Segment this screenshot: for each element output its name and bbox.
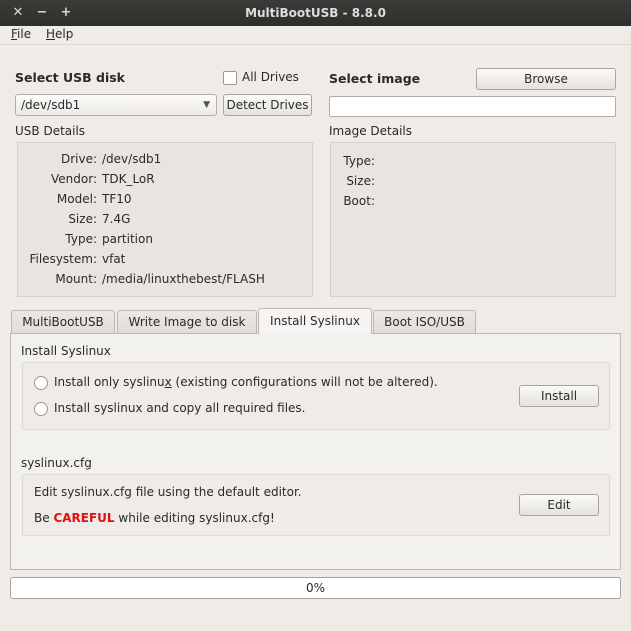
usb-detail-key: Type: [65, 232, 97, 246]
all-drives-label: All Drives [242, 70, 299, 84]
usb-detail-key: Vendor: [51, 172, 97, 186]
usb-drive-select[interactable]: /dev/sdb1 ▼ [15, 94, 217, 116]
all-drives-checkbox[interactable] [223, 71, 237, 85]
careful-warning: Be CAREFUL while editing syslinux.cfg! [34, 511, 275, 525]
menu-help[interactable]: Help [46, 26, 73, 42]
detect-drives-button[interactable]: Detect Drives [223, 94, 312, 116]
install-copy-radio[interactable] [34, 402, 48, 416]
select-image-heading: Select image [329, 71, 421, 86]
tab-multibootusb[interactable]: MultiBootUSB [11, 310, 115, 334]
syslinux-cfg-title: syslinux.cfg [21, 456, 92, 470]
image-detail-key: Boot: [343, 194, 375, 208]
image-path-input[interactable] [329, 96, 616, 117]
install-syslinux-title: Install Syslinux [21, 344, 111, 358]
usb-details-label: USB Details [15, 124, 86, 138]
edit-cfg-description: Edit syslinux.cfg file using the default… [34, 485, 302, 499]
edit-label: Edit [547, 498, 571, 512]
browse-button[interactable]: Browse [476, 68, 616, 90]
usb-detail-key: Size: [68, 212, 97, 226]
progress-bar: 0% [10, 577, 621, 599]
image-details-label: Image Details [329, 124, 412, 138]
usb-detail-key: Drive: [60, 152, 97, 166]
warning-prefix: Be [34, 511, 50, 525]
usb-detail-value: /dev/sdb1 [102, 152, 162, 166]
install-only-label: Install only syslinux (existing configur… [54, 375, 438, 389]
edit-button[interactable]: Edit [519, 494, 599, 516]
usb-detail-key: Model: [56, 192, 97, 206]
menu-bar: File Help [0, 26, 631, 45]
syslinux-cfg-group: Edit syslinux.cfg file using the default… [22, 474, 610, 536]
chevron-down-icon: ▼ [203, 100, 210, 110]
image-details-panel: Type: Size: Boot: [330, 142, 616, 297]
image-detail-key: Type: [343, 154, 375, 168]
window-title: MultiBootUSB - 8.8.0 [245, 6, 386, 20]
title-bar: ✕ − + MultiBootUSB - 8.8.0 [0, 0, 631, 26]
install-button[interactable]: Install [519, 385, 599, 407]
tab-label: Write Image to disk [128, 315, 246, 329]
install-options-group: Install only syslinux (existing configur… [22, 362, 610, 430]
install-label: Install [540, 389, 578, 403]
usb-details-panel: Drive: /dev/sdb1 Vendor: TDK_LoR Model: … [17, 142, 313, 297]
tab-install-syslinux[interactable]: Install Syslinux [258, 308, 372, 334]
usb-detail-value: TDK_LoR [102, 172, 155, 186]
usb-detail-value: TF10 [102, 192, 132, 206]
usb-detail-key: Filesystem: [29, 252, 97, 266]
tab-label: Boot ISO/USB [384, 315, 465, 329]
menu-file-label: File [11, 27, 32, 41]
select-usb-heading: Select USB disk [15, 70, 125, 85]
tab-label: MultiBootUSB [22, 315, 104, 329]
tab-write-image[interactable]: Write Image to disk [117, 310, 257, 334]
usb-detail-key: Mount: [55, 272, 97, 286]
install-copy-label: Install syslinux and copy all required f… [54, 401, 306, 415]
detect-drives-label: Detect Drives [226, 98, 309, 112]
tab-boot-iso[interactable]: Boot ISO/USB [373, 310, 476, 334]
install-only-radio[interactable] [34, 376, 48, 390]
menu-divider [0, 44, 631, 45]
usb-detail-value: partition [102, 232, 153, 246]
image-detail-key: Size: [346, 174, 375, 188]
usb-drive-value: /dev/sdb1 [21, 98, 81, 112]
usb-detail-value: 7.4G [102, 212, 131, 226]
menu-help-label: Help [46, 27, 74, 41]
warning-emphasis: CAREFUL [53, 511, 115, 525]
tab-label: Install Syslinux [270, 314, 360, 328]
progress-text: 0% [305, 581, 326, 595]
tab-pane: Install Syslinux Install only syslinux (… [10, 333, 621, 570]
browse-label: Browse [524, 72, 568, 86]
usb-detail-value: vfat [102, 252, 126, 266]
usb-detail-value: /media/linuxthebest/FLASH [102, 272, 265, 286]
menu-file[interactable]: File [11, 26, 31, 42]
warning-suffix: while editing syslinux.cfg! [118, 511, 275, 525]
